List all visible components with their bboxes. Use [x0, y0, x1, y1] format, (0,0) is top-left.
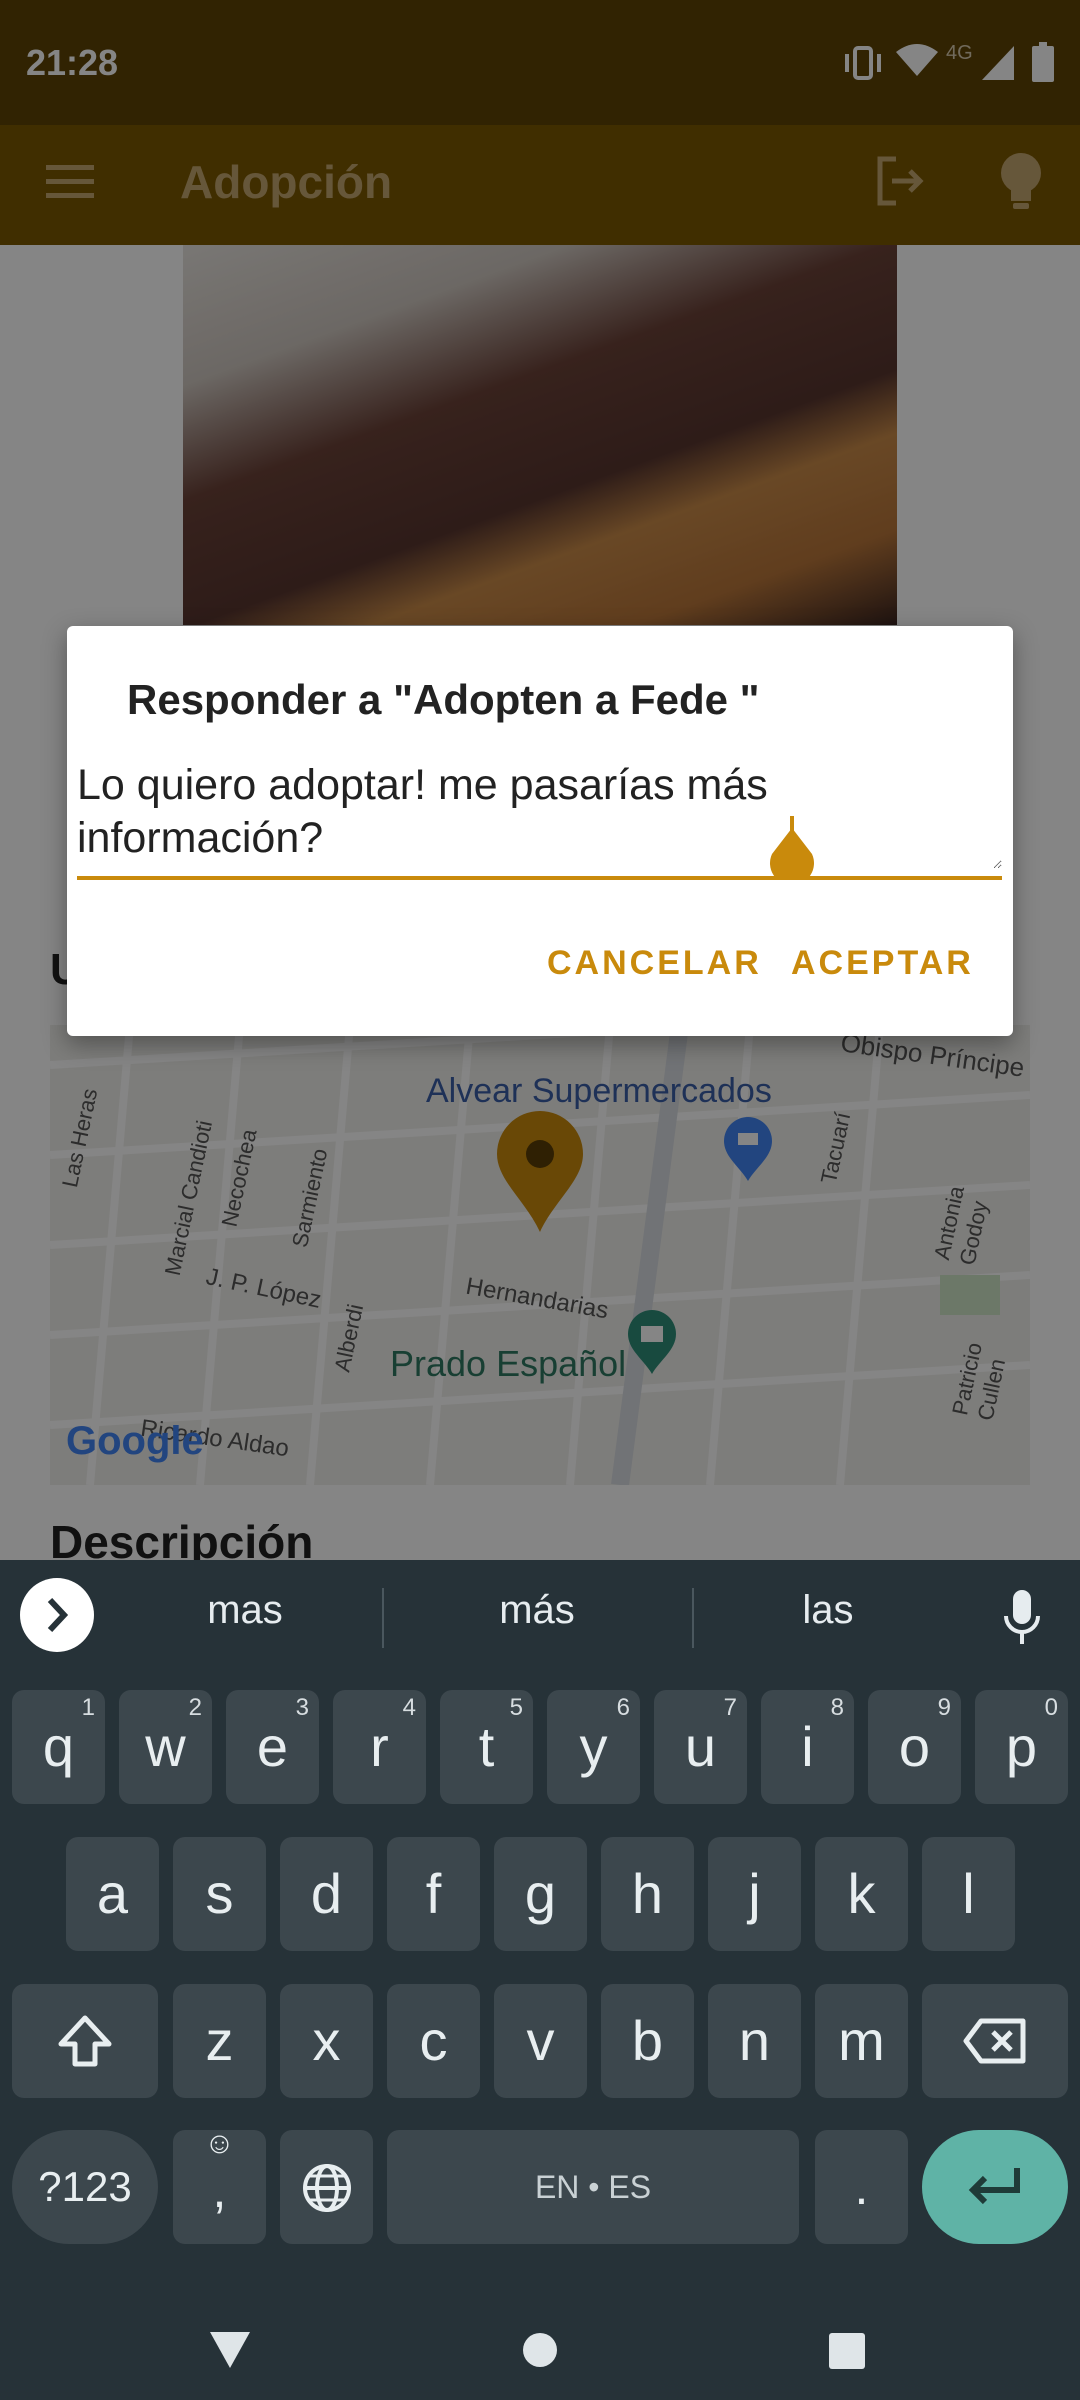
enter-key[interactable]	[922, 2130, 1068, 2244]
key-y-label: y	[579, 1715, 608, 1778]
text-cursor-handle[interactable]	[767, 816, 817, 876]
navigation-bar	[0, 2300, 1080, 2400]
suggestion-1[interactable]: mas	[105, 1588, 385, 1633]
key-i[interactable]: i8	[761, 1690, 854, 1804]
key-r-label: r	[370, 1715, 389, 1778]
key-k[interactable]: k	[815, 1837, 908, 1951]
dialog-title: Responder a "Adopten a Fede "	[127, 676, 760, 723]
key-e-hint: 3	[295, 1694, 309, 1721]
key-w-hint: 2	[188, 1694, 202, 1721]
comma-label: ,	[212, 2162, 227, 2218]
key-p-label: p	[1005, 1715, 1038, 1778]
key-a[interactable]: a	[66, 1837, 159, 1951]
key-q[interactable]: q1	[12, 1690, 105, 1804]
key-t[interactable]: t5	[440, 1690, 533, 1804]
key-z[interactable]: z	[173, 1984, 266, 2098]
key-b[interactable]: b	[601, 1984, 694, 2098]
spacebar[interactable]: EN • ES	[387, 2130, 799, 2244]
reply-input[interactable]: Lo quiero adoptar! me pasarías más infor…	[77, 759, 1002, 869]
backspace-icon	[963, 2018, 1026, 2064]
suggestion-divider	[382, 1588, 384, 1648]
suggestion-2[interactable]: más	[397, 1588, 677, 1633]
key-u-hint: 7	[723, 1694, 737, 1721]
suggestion-3[interactable]: las	[688, 1588, 968, 1633]
key-x[interactable]: x	[280, 1984, 373, 2098]
key-r[interactable]: r4	[333, 1690, 426, 1804]
accept-button[interactable]: ACEPTAR	[791, 944, 974, 983]
key-f[interactable]: f	[387, 1837, 480, 1951]
backspace-key[interactable]	[922, 1984, 1068, 2098]
reply-dialog: Responder a "Adopten a Fede " Lo quiero …	[67, 626, 1013, 1036]
expand-toolbar-button[interactable]	[20, 1578, 94, 1652]
enter-icon	[968, 2168, 1020, 2205]
key-c[interactable]: c	[387, 1984, 480, 2098]
key-r-hint: 4	[402, 1694, 416, 1721]
key-h[interactable]: h	[601, 1837, 694, 1951]
key-t-label: t	[478, 1715, 495, 1778]
key-u-label: u	[684, 1715, 717, 1778]
key-o-label: o	[898, 1715, 931, 1778]
key-g[interactable]: g	[494, 1837, 587, 1951]
key-u[interactable]: u7	[654, 1690, 747, 1804]
shift-icon	[58, 2015, 112, 2067]
cancel-button[interactable]: CANCELAR	[547, 944, 762, 983]
key-q-hint: 1	[81, 1694, 95, 1721]
chevron-right-icon	[47, 1597, 69, 1633]
key-m[interactable]: m	[815, 1984, 908, 2098]
key-i-hint: 8	[830, 1694, 844, 1721]
key-t-hint: 5	[509, 1694, 523, 1721]
key-n[interactable]: n	[708, 1984, 801, 2098]
home-icon[interactable]	[522, 2332, 558, 2368]
key-w-label: w	[145, 1715, 186, 1778]
key-e-label: e	[256, 1715, 289, 1778]
key-y-hint: 6	[616, 1694, 630, 1721]
key-q-label: q	[42, 1715, 75, 1778]
input-underline	[77, 876, 1002, 880]
key-s[interactable]: s	[173, 1837, 266, 1951]
key-e[interactable]: e3	[226, 1690, 319, 1804]
key-j[interactable]: j	[708, 1837, 801, 1951]
key-o-hint: 9	[937, 1694, 951, 1721]
microphone-icon[interactable]	[1002, 1588, 1042, 1648]
key-p[interactable]: p0	[975, 1690, 1068, 1804]
key-o[interactable]: o9	[868, 1690, 961, 1804]
key-v[interactable]: v	[494, 1984, 587, 2098]
recents-icon[interactable]	[828, 2332, 866, 2370]
language-key[interactable]	[280, 2130, 373, 2244]
key-d[interactable]: d	[280, 1837, 373, 1951]
key-i-label: i	[801, 1715, 814, 1778]
key-y[interactable]: y6	[547, 1690, 640, 1804]
symbols-key[interactable]: ?123	[12, 2130, 158, 2244]
key-w[interactable]: w2	[119, 1690, 212, 1804]
back-icon[interactable]	[208, 2330, 252, 2370]
key-l[interactable]: l	[922, 1837, 1015, 1951]
globe-icon	[302, 2164, 351, 2212]
key-p-hint: 0	[1044, 1694, 1058, 1721]
suggestion-strip: mas más las	[0, 1560, 1080, 1670]
keyboard: mas más las q1 w2 e3 r4 t5 y6 u7 i8 o9 p…	[0, 1560, 1080, 2300]
period-key[interactable]: .	[815, 2130, 908, 2244]
comma-emoji-key[interactable]: ☺ ,	[173, 2127, 266, 2244]
shift-key[interactable]	[12, 1984, 158, 2098]
